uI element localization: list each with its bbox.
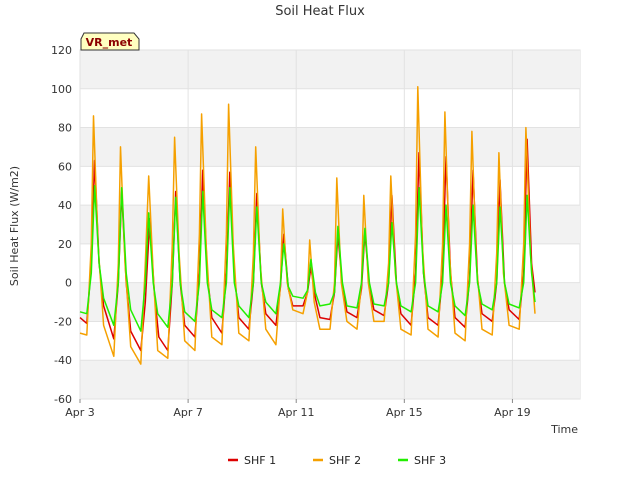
x-axis-ticks: Apr 3 Apr 7 Apr 11 Apr 15 Apr 19	[65, 399, 531, 419]
x-tick-label: Apr 19	[494, 406, 531, 419]
y-tick-label: 20	[58, 238, 72, 251]
legend: SHF 1 SHF 2 SHF 3	[228, 454, 446, 467]
legend-label: SHF 2	[329, 454, 361, 467]
y-axis-label: Soil Heat Flux (W/m2)	[8, 166, 21, 286]
y-tick-label: 0	[65, 277, 72, 290]
y-tick-label: 100	[51, 83, 72, 96]
plot-background	[79, 49, 581, 400]
vr-met-badge: VR_met	[80, 32, 140, 51]
x-tick-label: Apr 3	[65, 406, 95, 419]
x-tick-label: Apr 7	[173, 406, 203, 419]
legend-label: SHF 1	[244, 454, 276, 467]
chart-title: Soil Heat Flux	[275, 4, 365, 19]
y-tick-label: 80	[58, 122, 72, 135]
legend-label: SHF 3	[414, 454, 446, 467]
x-axis-label: Time	[550, 423, 578, 436]
y-axis-ticks: -60 -40 -20 0 20 40 60 80 100 120	[51, 44, 72, 406]
x-tick-label: Apr 15	[386, 406, 423, 419]
soil-heat-flux-chart: Soil Heat Flux -60-40-20020406080100120 …	[8, 4, 581, 467]
x-tick-label: Apr 11	[278, 406, 315, 419]
background-band	[80, 360, 580, 399]
y-tick-label: -40	[54, 354, 72, 367]
y-tick-label: 60	[58, 160, 72, 173]
background-band	[80, 205, 580, 244]
y-tick-label: 120	[51, 44, 72, 57]
background-band	[80, 50, 580, 89]
y-tick-label: -20	[54, 315, 72, 328]
background-band	[80, 127, 580, 167]
y-tick-label: -60	[54, 393, 72, 406]
badge-label: VR_met	[86, 36, 133, 49]
y-tick-label: 40	[58, 199, 72, 212]
